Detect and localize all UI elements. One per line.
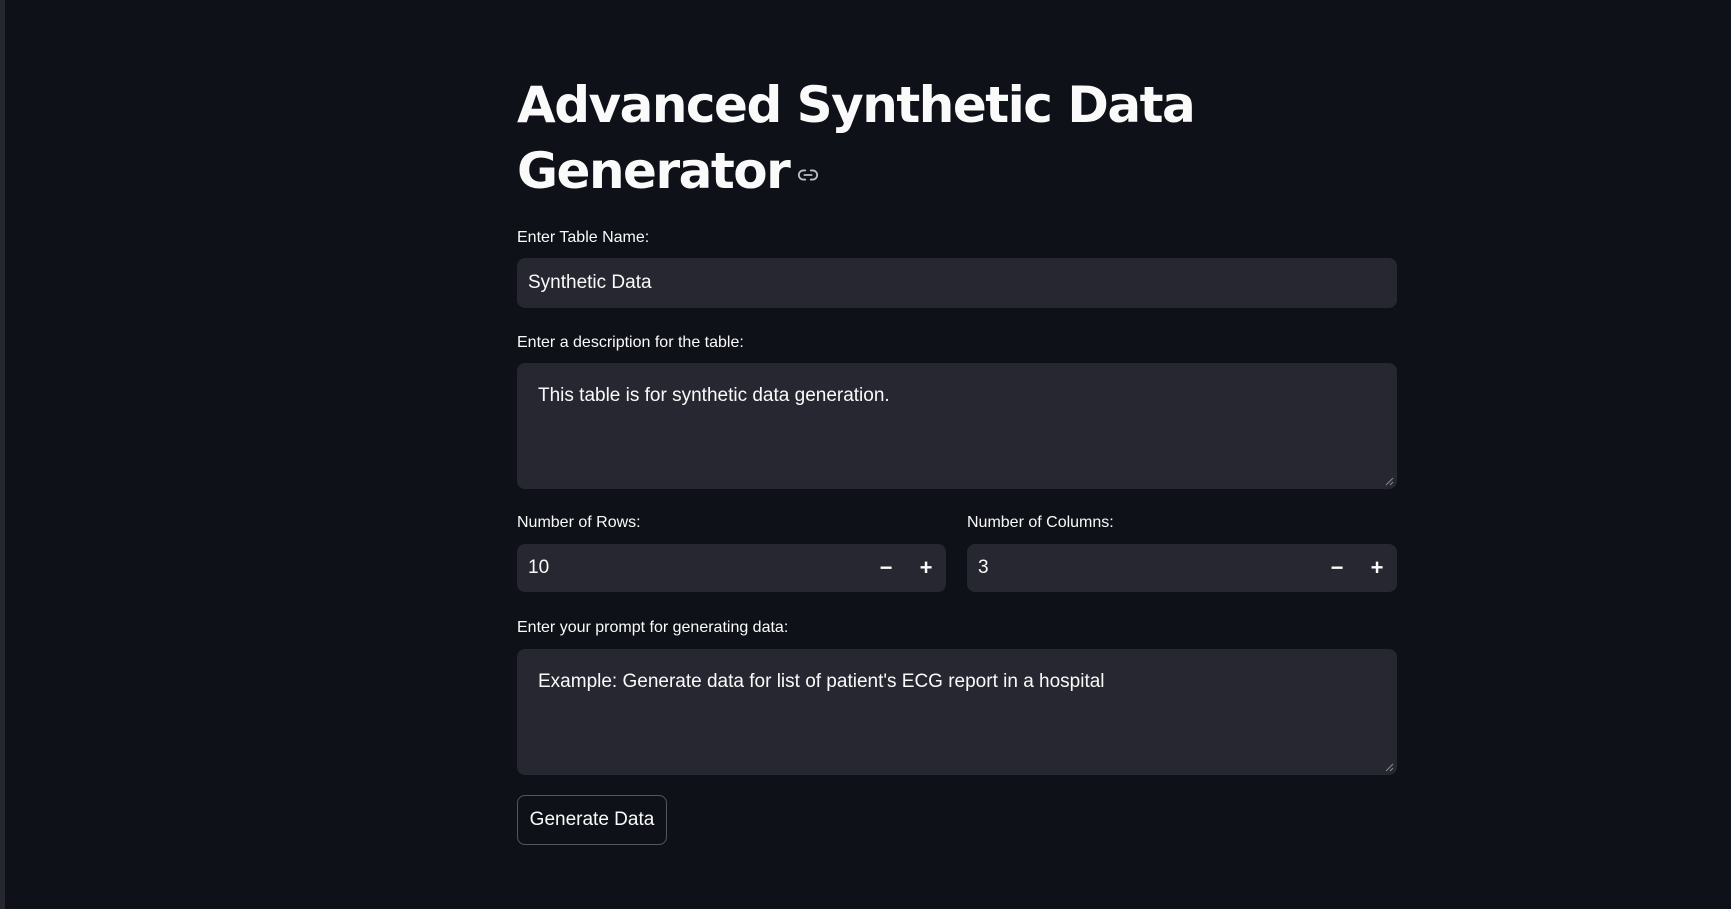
page-title-text: Advanced Synthetic Data Generator [517, 76, 1196, 200]
prompt-placeholder: Example: Generate data for list of patie… [538, 671, 1105, 692]
columns-value[interactable]: 3 [967, 557, 1317, 579]
table-name-label: Enter Table Name: [517, 229, 650, 246]
table-name-input[interactable]: Synthetic Data [517, 258, 1397, 308]
columns-label: Number of Columns: [967, 514, 1114, 531]
description-value: This table is for synthetic data generat… [538, 385, 890, 406]
generate-data-button[interactable]: Generate Data [517, 795, 667, 845]
prompt-textarea[interactable]: Example: Generate data for list of patie… [517, 649, 1397, 775]
description-textarea[interactable]: This table is for synthetic data generat… [517, 363, 1397, 489]
window-left-border [0, 0, 5, 909]
rows-label: Number of Rows: [517, 514, 641, 531]
generate-data-button-label: Generate Data [529, 809, 655, 830]
resize-grip-icon[interactable] [1384, 762, 1394, 772]
link-icon[interactable] [797, 164, 819, 186]
page-title: Advanced Synthetic Data Generator [517, 72, 1237, 204]
description-label: Enter a description for the table: [517, 334, 744, 351]
rows-decrement-button[interactable]: − [866, 544, 906, 592]
table-name-value: Synthetic Data [528, 272, 652, 293]
resize-grip-icon[interactable] [1384, 476, 1394, 486]
prompt-label: Enter your prompt for generating data: [517, 619, 789, 636]
columns-increment-button[interactable]: + [1357, 544, 1397, 592]
columns-decrement-button[interactable]: − [1317, 544, 1357, 592]
rows-value[interactable]: 10 [517, 557, 866, 579]
columns-stepper[interactable]: 3 − + [967, 544, 1397, 592]
rows-stepper[interactable]: 10 − + [517, 544, 946, 592]
rows-increment-button[interactable]: + [906, 544, 946, 592]
